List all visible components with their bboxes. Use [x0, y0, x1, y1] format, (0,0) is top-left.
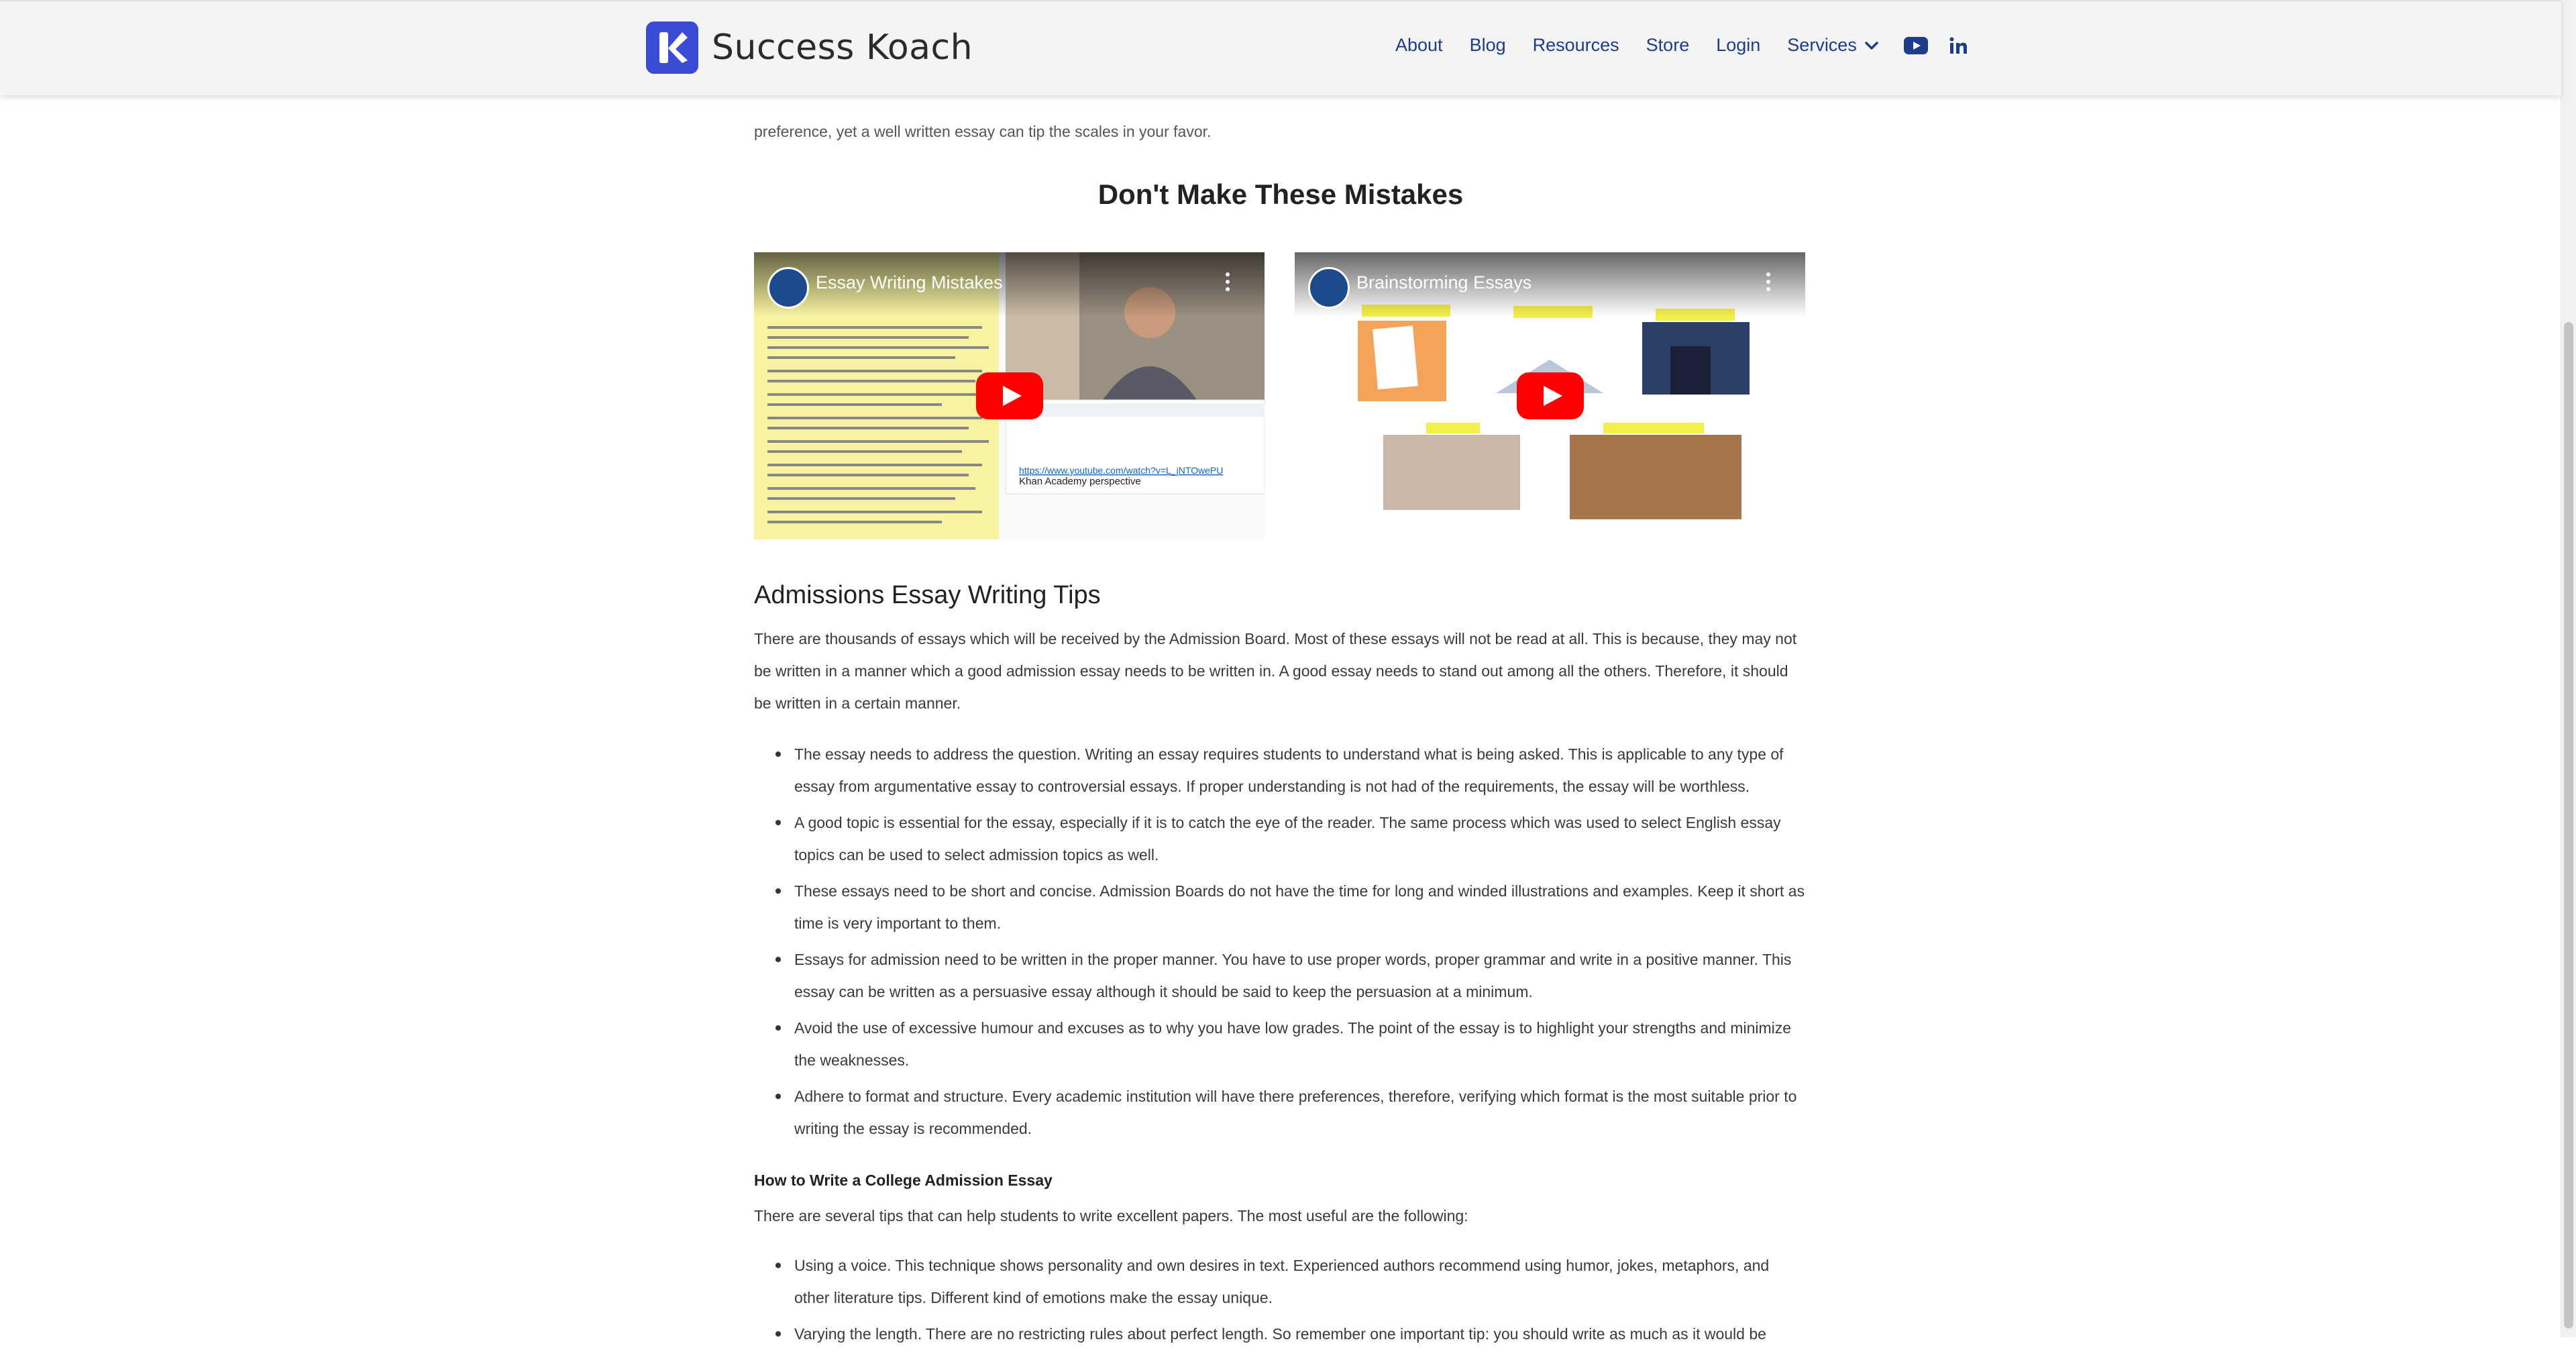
brand-name: Success Koach — [712, 28, 973, 68]
list-item: Adhere to format and structure. Every ac… — [754, 1080, 1807, 1145]
list-item: These essays need to be short and concis… — [754, 875, 1807, 939]
video-title[interactable]: Essay Writing Mistakes — [816, 272, 1003, 293]
video-essay-writing-mistakes[interactable]: https://www.youtube.com/watch?v=L_jNTOwe… — [754, 252, 1265, 539]
list-item: Essays for admission need to be written … — [754, 943, 1807, 1008]
list-item: Avoid the use of excessive humour and ex… — [754, 1012, 1807, 1076]
nav-store[interactable]: Store — [1646, 35, 1690, 56]
mistakes-heading: Don't Make These Mistakes — [1097, 178, 1464, 210]
svg-text:https://www.youtube.com/watch?: https://www.youtube.com/watch?v=L_jNTOwe… — [1019, 465, 1223, 476]
play-button-icon[interactable] — [1516, 372, 1584, 419]
channel-avatar[interactable] — [767, 267, 809, 309]
video-title-bar: Essay Writing Mistakes — [754, 252, 1265, 317]
site-header: Success Koach About Blog Resources Store… — [0, 0, 2561, 95]
tips-intro-paragraph: There are thousands of essays which will… — [754, 630, 1797, 712]
brand-logo[interactable]: Success Koach — [646, 21, 973, 74]
nav-services-label[interactable]: Services — [1787, 35, 1857, 56]
how-to-list: Using a voice. This technique shows pers… — [754, 1249, 1807, 1354]
scrollbar-thumb[interactable] — [2564, 322, 2573, 1329]
video-title[interactable]: Brainstorming Essays — [1356, 272, 1532, 293]
linkedin-icon[interactable] — [1948, 36, 1968, 56]
tips-list: The essay needs to address the question.… — [754, 738, 1807, 1149]
list-item: A good topic is essential for the essay,… — [754, 806, 1807, 871]
svg-text:Khan Academy perspective: Khan Academy perspective — [1019, 476, 1141, 487]
nav-blog[interactable]: Blog — [1470, 35, 1506, 56]
nav-resources[interactable]: Resources — [1533, 35, 1619, 56]
how-to-intro: There are several tips that can help stu… — [754, 1207, 1468, 1225]
channel-avatar[interactable] — [1308, 267, 1350, 309]
youtube-icon[interactable] — [1903, 36, 1928, 54]
list-item: The essay needs to address the question.… — [754, 738, 1807, 802]
nav-services[interactable]: Services — [1787, 35, 1880, 56]
nav-about[interactable]: About — [1395, 35, 1443, 56]
how-to-heading: How to Write a College Admission Essay — [754, 1171, 1053, 1189]
tips-heading: Admissions Essay Writing Tips — [754, 581, 1101, 609]
page-scrollbar[interactable] — [2561, 0, 2576, 1337]
more-options-icon[interactable] — [1226, 272, 1231, 295]
list-item: Using a voice. This technique shows pers… — [754, 1249, 1807, 1314]
list-item: Varying the length. There are no restric… — [754, 1318, 1807, 1350]
video-brainstorming-essays[interactable]: Brainstorming Essays — [1295, 252, 1805, 539]
nav-login[interactable]: Login — [1716, 35, 1760, 56]
logo-k-icon — [646, 21, 698, 74]
chevron-down-icon[interactable] — [1864, 38, 1880, 54]
more-options-icon[interactable] — [1766, 272, 1772, 295]
video-title-bar: Brainstorming Essays — [1295, 252, 1805, 317]
intro-paragraph-tail: preference, yet a well written essay can… — [754, 123, 1212, 140]
main-nav: About Blog Resources Store Login Service… — [1395, 35, 1968, 56]
play-button-icon[interactable] — [975, 372, 1043, 419]
